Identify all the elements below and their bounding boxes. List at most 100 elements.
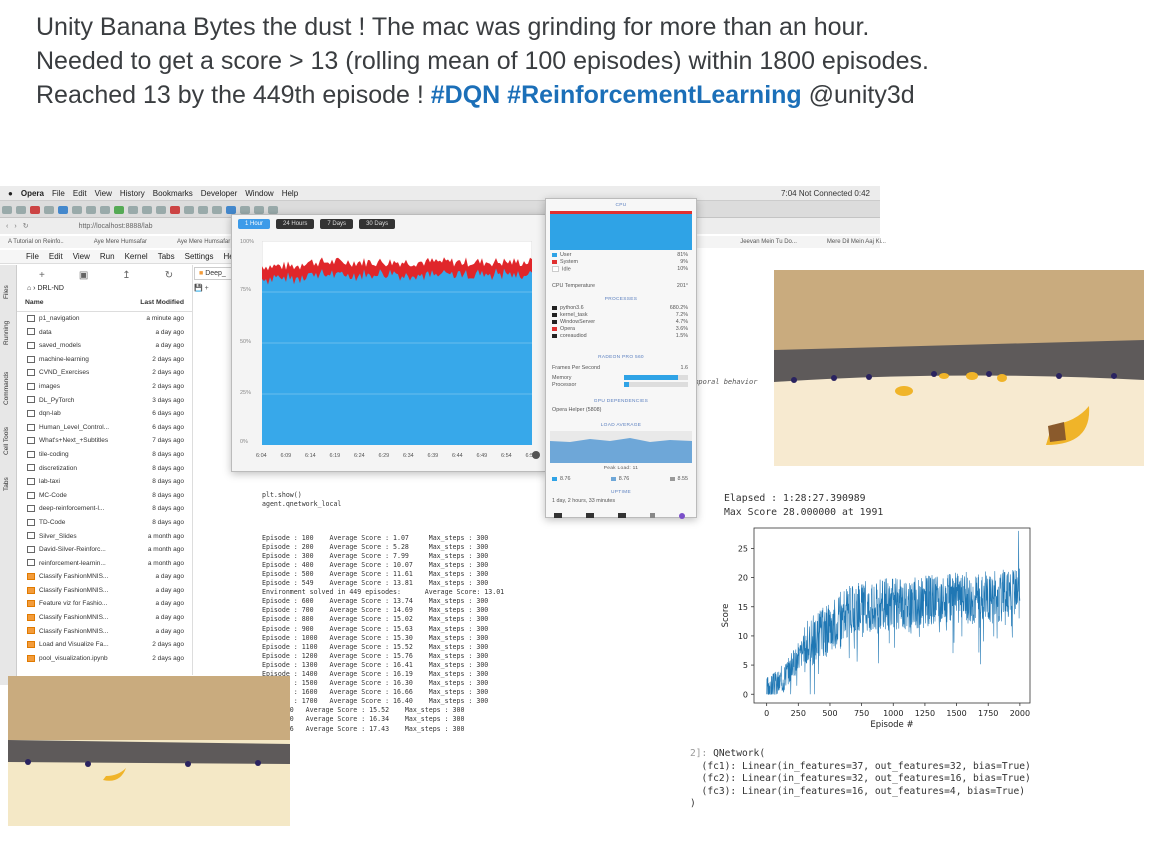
refresh-icon[interactable]: ↻ bbox=[165, 270, 173, 281]
network-icon[interactable] bbox=[679, 513, 685, 519]
jmenu-file[interactable]: File bbox=[26, 252, 39, 261]
file-name: Feature viz for Fashio... bbox=[27, 597, 137, 611]
menu-opera[interactable]: Opera bbox=[21, 189, 44, 198]
tab-1-hour[interactable]: 1 Hour bbox=[238, 219, 271, 229]
file-row[interactable]: deep-reinforcement-l... 8 days ago bbox=[17, 502, 192, 516]
new-folder-icon[interactable]: ▣ bbox=[79, 270, 88, 281]
jmenu-kernel[interactable]: Kernel bbox=[125, 252, 148, 261]
bookmark-1[interactable]: A Tutorial on Reinfo.. bbox=[8, 239, 64, 245]
bookmark-2[interactable]: Aye Mere Humsafar bbox=[94, 239, 147, 245]
file-modified: 2 days ago bbox=[152, 654, 184, 662]
file-row[interactable]: data a day ago bbox=[17, 326, 192, 340]
menu-history[interactable]: History bbox=[120, 189, 145, 198]
cpu-idle: Idle 10% bbox=[552, 266, 688, 272]
file-modified: 8 days ago bbox=[152, 464, 184, 472]
breadcrumb[interactable]: ⌂ › DRL-ND bbox=[17, 285, 192, 299]
log-line: Episode : 549 Average Score : 13.81 Max_… bbox=[262, 579, 489, 588]
rail-tabs[interactable]: Tabs bbox=[3, 477, 10, 491]
sensor-icon[interactable] bbox=[650, 513, 655, 518]
file-row[interactable]: pool_visualization.ipynb 2 days ago bbox=[17, 652, 192, 666]
file-row[interactable]: Classify FashionMNIS... a day ago bbox=[17, 611, 192, 625]
file-modified: a month ago bbox=[147, 546, 184, 554]
markdown-snippet: emporal behavior bbox=[690, 378, 758, 386]
tab-24-hours[interactable]: 24 Hours bbox=[276, 219, 315, 229]
file-name: David-Silver-Reinforc... bbox=[27, 543, 137, 557]
bookmark-3[interactable]: Aye Mere Humsafar bbox=[177, 239, 230, 245]
rail-files[interactable]: Files bbox=[3, 285, 10, 299]
file-row[interactable]: lab-taxi 8 days ago bbox=[17, 475, 192, 489]
menu-bookmarks[interactable]: Bookmarks bbox=[153, 189, 193, 198]
menu-view[interactable]: View bbox=[95, 189, 112, 198]
upload-icon[interactable]: ↥ bbox=[122, 270, 130, 281]
disk-icon[interactable] bbox=[618, 513, 626, 518]
jmenu-tabs[interactable]: Tabs bbox=[158, 252, 175, 261]
file-row[interactable]: Classify FashionMNIS... a day ago bbox=[17, 625, 192, 639]
apple-icon[interactable]: ● bbox=[8, 189, 13, 198]
rail-cell-tools[interactable]: Cell Tools bbox=[3, 427, 10, 455]
file-name-text: Classify FashionMNIS... bbox=[39, 573, 109, 581]
file-row[interactable]: Feature viz for Fashio... a day ago bbox=[17, 597, 192, 611]
tab-7-days[interactable]: 7 Days bbox=[320, 219, 354, 229]
tab-30-days[interactable]: 30 Days bbox=[359, 219, 396, 229]
bookmark-4[interactable]: Jeevan Mein Tu Do... bbox=[740, 239, 797, 245]
file-name-text: TD-Code bbox=[39, 518, 66, 526]
cpu-system-label: System bbox=[560, 259, 578, 265]
file-row[interactable]: tile-coding 8 days ago bbox=[17, 448, 192, 462]
col-name[interactable]: Name bbox=[25, 299, 44, 311]
jmenu-edit[interactable]: Edit bbox=[49, 252, 63, 261]
jmenu-view[interactable]: View bbox=[73, 252, 90, 261]
jmenu-run[interactable]: Run bbox=[100, 252, 115, 261]
reload-icon[interactable]: ↻ bbox=[23, 222, 29, 230]
file-row[interactable]: Human_Level_Control... 6 days ago bbox=[17, 421, 192, 435]
menu-file[interactable]: File bbox=[52, 189, 65, 198]
file-row[interactable]: saved_models a day ago bbox=[17, 339, 192, 353]
file-row[interactable]: Classify FashionMNIS... a day ago bbox=[17, 584, 192, 598]
file-row[interactable]: dqn-lab 6 days ago bbox=[17, 407, 192, 421]
url-text[interactable]: http://localhost:8888/lab bbox=[79, 223, 153, 230]
menu-edit[interactable]: Edit bbox=[73, 189, 87, 198]
log-line: Episode : 500 Average Score : 11.61 Max_… bbox=[262, 569, 489, 578]
mention-unity3d[interactable]: @unity3d bbox=[809, 81, 915, 109]
file-row[interactable]: p1_navigation a minute ago bbox=[17, 312, 192, 326]
cpu-icon[interactable] bbox=[554, 513, 562, 518]
hashtag-dqn[interactable]: #DQN bbox=[431, 81, 500, 109]
new-launcher-icon[interactable]: + bbox=[39, 270, 45, 281]
file-row[interactable]: Silver_Slides a month ago bbox=[17, 530, 192, 544]
fps-label: Frames Per Second bbox=[552, 365, 600, 371]
bookmark-5[interactable]: Mere Dil Mein Aaj Ki... bbox=[827, 239, 886, 245]
process-cpu: 3.6% bbox=[675, 326, 688, 332]
memory-icon[interactable] bbox=[586, 513, 594, 518]
breadcrumb-folder[interactable]: DRL-ND bbox=[37, 285, 63, 292]
forward-icon[interactable]: › bbox=[14, 223, 16, 230]
rail-running[interactable]: Running bbox=[3, 321, 10, 345]
file-row[interactable]: reinforcement-learnin... a month ago bbox=[17, 557, 192, 571]
menu-help[interactable]: Help bbox=[282, 189, 298, 198]
file-modified: 8 days ago bbox=[152, 450, 184, 458]
log-line: Episode : 1100 Average Score : 15.52 Max… bbox=[262, 642, 489, 651]
col-last-modified[interactable]: Last Modified bbox=[140, 299, 184, 311]
file-row[interactable]: What's+Next_+Subtitles 7 days ago bbox=[17, 434, 192, 448]
rail-commands[interactable]: Commands bbox=[3, 372, 10, 405]
settings-icon[interactable] bbox=[532, 451, 540, 459]
menu-developer[interactable]: Developer bbox=[201, 189, 237, 198]
file-row[interactable]: DL_PyTorch 3 days ago bbox=[17, 394, 192, 408]
file-row[interactable]: images 2 days ago bbox=[17, 380, 192, 394]
file-name: discretization bbox=[27, 462, 137, 476]
jmenu-settings[interactable]: Settings bbox=[185, 252, 214, 261]
file-row[interactable]: Load and Visualize Fa... 2 days ago bbox=[17, 638, 192, 652]
file-name-text: dqn-lab bbox=[39, 410, 61, 418]
cell-prompt: 2]: bbox=[690, 748, 708, 759]
file-row[interactable]: discretization 8 days ago bbox=[17, 462, 192, 476]
file-row[interactable]: MC-Code 8 days ago bbox=[17, 489, 192, 503]
file-row[interactable]: CVND_Exercises 2 days ago bbox=[17, 366, 192, 380]
file-modified: 8 days ago bbox=[152, 505, 184, 513]
file-row[interactable]: David-Silver-Reinforc... a month ago bbox=[17, 543, 192, 557]
hashtag-reinforcement-learning[interactable]: #ReinforcementLearning bbox=[507, 81, 802, 109]
x-tick-label: 0 bbox=[764, 709, 769, 718]
menu-window[interactable]: Window bbox=[245, 189, 273, 198]
file-row[interactable]: Classify FashionMNIS... a day ago bbox=[17, 570, 192, 584]
file-row[interactable]: TD-Code 8 days ago bbox=[17, 516, 192, 530]
log-line: Episode : 1400 Average Score : 16.19 Max… bbox=[262, 669, 489, 678]
back-icon[interactable]: ‹ bbox=[6, 223, 8, 230]
file-row[interactable]: machine-learning 2 days ago bbox=[17, 353, 192, 367]
